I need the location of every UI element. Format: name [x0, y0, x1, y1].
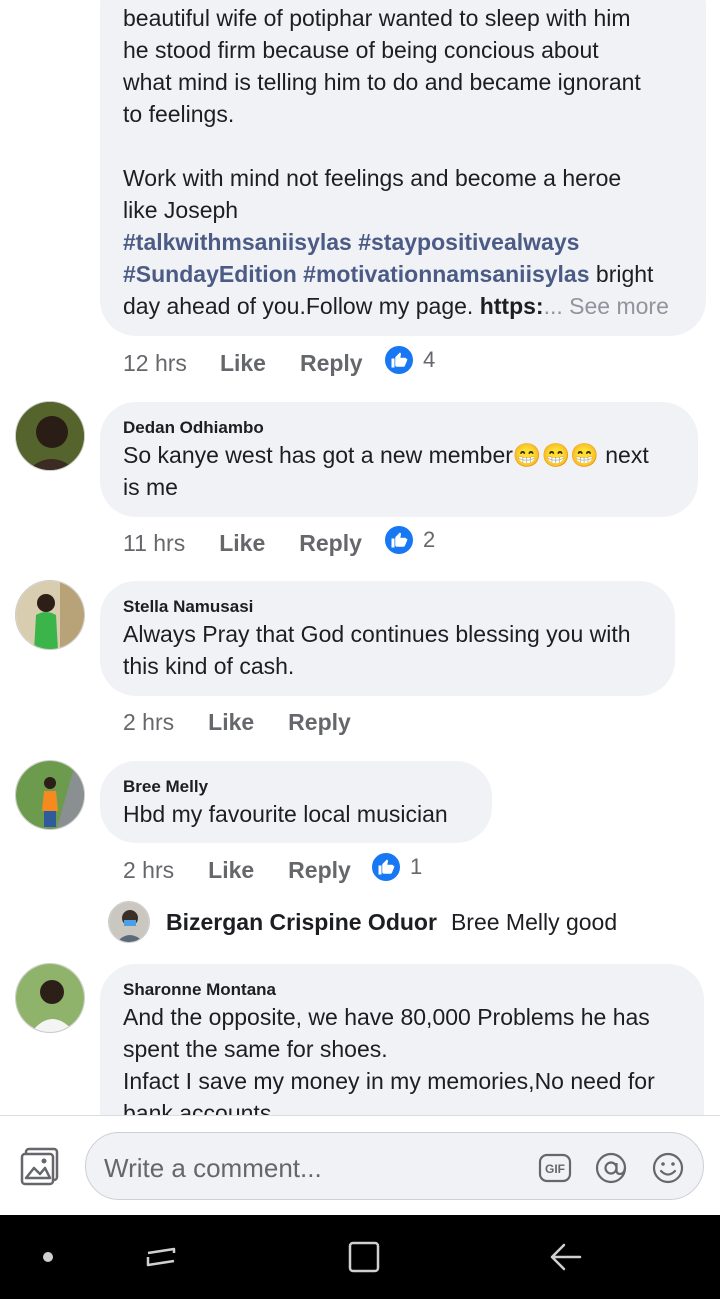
- grinning-emoji: 😁😁😁: [512, 442, 599, 468]
- comment-text-fragment: next: [598, 442, 649, 468]
- comment-actions: 2 hrs Like Reply: [123, 850, 351, 890]
- hashtag-line[interactable]: #talkwithmsaniisylas #staypositivealways: [123, 226, 579, 258]
- comment-text-line: he stood firm because of being concious …: [123, 37, 599, 63]
- comment-timestamp: 2 hrs: [123, 856, 175, 883]
- hashtags[interactable]: #SundayEdition #motivationnamsaniisylas: [123, 261, 590, 287]
- gif-icon[interactable]: GIF: [538, 1151, 572, 1185]
- like-button[interactable]: Like: [220, 350, 266, 377]
- comment-text-line: this kind of cash.: [123, 653, 295, 679]
- avatar[interactable]: [15, 580, 85, 650]
- hashtags[interactable]: #talkwithmsaniisylas #staypositivealways: [123, 229, 579, 255]
- reply-author[interactable]: Bizergan Crispine Oduor: [166, 909, 437, 936]
- smiley-icon[interactable]: [651, 1151, 685, 1185]
- comment-text-line: Infact I save my money in my memories,No…: [123, 1068, 655, 1094]
- comment-actions: 12 hrs Like Reply: [123, 343, 363, 383]
- comment-author[interactable]: Dedan Odhiambo: [123, 418, 264, 438]
- comments-feed[interactable]: beautiful wife of potiphar wanted to sle…: [0, 0, 720, 1115]
- recent-apps-icon[interactable]: [140, 1235, 184, 1279]
- like-count: 1: [410, 854, 423, 879]
- reaction-count[interactable]: 2: [383, 524, 435, 556]
- dot-icon[interactable]: [26, 1235, 70, 1279]
- truncated-link[interactable]: https:: [480, 293, 544, 319]
- comment-timestamp: 2 hrs: [123, 708, 175, 735]
- reply-preview[interactable]: Bizergan Crispine Oduor Bree Melly good: [108, 900, 617, 944]
- comment-text-fragment: day ahead of you.Follow my page.: [123, 293, 480, 319]
- comment-bubble: Sharonne Montana And the opposite, we ha…: [100, 964, 704, 1115]
- avatar[interactable]: [15, 401, 85, 471]
- system-navigation-bar: [0, 1215, 720, 1299]
- avatar[interactable]: [15, 963, 85, 1033]
- comment-text-line: is me: [123, 474, 178, 500]
- comment-text-line: And the opposite, we have 80,000 Problem…: [123, 1004, 650, 1030]
- comment-text-line: Hbd my favourite local musician: [123, 801, 448, 827]
- comment-timestamp: 11 hrs: [123, 529, 186, 556]
- comment-bubble: beautiful wife of potiphar wanted to sle…: [100, 0, 706, 336]
- comment-text-line: to feelings.: [123, 101, 235, 127]
- hashtag-line[interactable]: #SundayEdition #motivationnamsaniisylas …: [123, 258, 653, 290]
- comment-text-line: Always Pray that God continues blessing …: [123, 621, 631, 647]
- thumbs-up-icon: [383, 344, 415, 376]
- comment-placeholder: Write a comment...: [104, 1153, 322, 1183]
- comment-actions: 2 hrs Like Reply: [123, 702, 351, 742]
- at-sign-icon[interactable]: [594, 1151, 628, 1185]
- like-count: 2: [423, 527, 436, 552]
- photo-gallery-icon[interactable]: [20, 1146, 60, 1186]
- comment-bubble: Bree Melly Hbd my favourite local musici…: [100, 761, 492, 843]
- like-button[interactable]: Like: [208, 709, 254, 736]
- thumbs-up-icon: [383, 524, 415, 556]
- thumbs-up-icon: [370, 851, 402, 883]
- reply-button[interactable]: Reply: [288, 857, 351, 884]
- comment-text-fragment: So kanye west has got a new member: [123, 442, 513, 468]
- comment-text-line: what mind is telling him to do and becam…: [123, 69, 641, 95]
- comment-text-fragment: bright: [589, 261, 654, 287]
- avatar[interactable]: [15, 760, 85, 830]
- comment-author[interactable]: Bree Melly: [123, 777, 208, 797]
- comment-author[interactable]: Sharonne Montana: [123, 980, 276, 1000]
- like-button[interactable]: Like: [208, 857, 254, 884]
- reaction-count[interactable]: 1: [370, 851, 422, 883]
- like-count: 4: [423, 347, 436, 372]
- reply-button[interactable]: Reply: [299, 530, 362, 557]
- comment-timestamp: 12 hrs: [123, 349, 187, 376]
- comment-text-line: Work with mind not feelings and become a…: [123, 165, 622, 191]
- reply-button[interactable]: Reply: [288, 709, 351, 736]
- comment-text-last-line: day ahead of you.Follow my page. https:.…: [123, 290, 669, 322]
- comment-bubble: Dedan Odhiambo So kanye west has got a n…: [100, 402, 698, 517]
- reply-text: Bree Melly good: [450, 908, 618, 935]
- reply-button[interactable]: Reply: [300, 350, 363, 377]
- comment-text-line: So kanye west has got a new member😁😁😁 ne…: [123, 439, 649, 471]
- like-button[interactable]: Like: [219, 530, 265, 557]
- comment-bubble: Stella Namusasi Always Pray that God con…: [100, 581, 675, 696]
- reaction-count[interactable]: 4: [383, 344, 435, 376]
- home-square-icon[interactable]: [342, 1235, 386, 1279]
- comment-text-line: spent the same for shoes.: [123, 1036, 388, 1062]
- comment-text-line: like Joseph: [123, 197, 239, 223]
- see-more-link[interactable]: ... See more: [544, 293, 669, 319]
- back-arrow-icon[interactable]: [544, 1235, 588, 1279]
- comment-text-top-cut: beautiful wife of potiphar wanted to sle…: [123, 5, 631, 31]
- svg-text:GIF: GIF: [545, 1162, 565, 1176]
- comment-composer: Write a comment... GIF: [0, 1115, 720, 1215]
- comment-author[interactable]: Stella Namusasi: [123, 597, 253, 617]
- comment-input[interactable]: Write a comment... GIF: [85, 1132, 704, 1200]
- avatar[interactable]: [108, 901, 150, 943]
- comment-text-line: bank accounts: [123, 1100, 272, 1115]
- comment-actions: 11 hrs Like Reply: [123, 523, 362, 563]
